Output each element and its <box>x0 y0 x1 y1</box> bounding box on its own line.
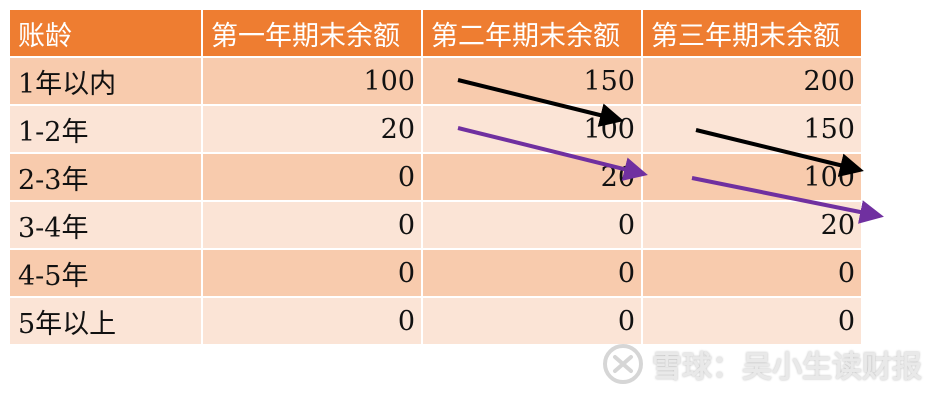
table-row: 4-5年 0 0 0 <box>8 248 863 298</box>
table-row: 3-4年 0 0 20 <box>8 200 863 250</box>
watermark-text: 雪球：吴小生读财报 <box>652 350 922 385</box>
header-aging: 账龄 <box>8 8 203 58</box>
cell-value: 20 <box>421 152 643 202</box>
header-row: 账龄 第一年期末余额 第二年期末余额 第三年期末余额 <box>8 8 863 58</box>
row-label: 2-3年 <box>8 152 203 202</box>
cell-value: 0 <box>201 152 423 202</box>
table-row: 2-3年 0 20 100 <box>8 152 863 202</box>
row-label: 4-5年 <box>8 248 203 298</box>
cell-value: 100 <box>641 152 863 202</box>
header-year1: 第一年期末余额 <box>201 8 423 58</box>
cell-value: 0 <box>201 248 423 298</box>
watermark: 雪球：吴小生读财报 <box>602 342 922 386</box>
cell-value: 200 <box>641 56 863 106</box>
row-label: 1年以内 <box>8 56 203 106</box>
table-row: 5年以上 0 0 0 <box>8 296 863 346</box>
cell-value: 100 <box>201 56 423 106</box>
row-label: 3-4年 <box>8 200 203 250</box>
cell-value: 150 <box>641 104 863 154</box>
row-label: 1-2年 <box>8 104 203 154</box>
header-year2: 第二年期末余额 <box>421 8 643 58</box>
header-year3: 第三年期末余额 <box>641 8 863 58</box>
cell-value: 0 <box>421 248 643 298</box>
cell-value: 0 <box>641 296 863 346</box>
cell-value: 0 <box>421 200 643 250</box>
snowball-logo-icon <box>603 344 643 384</box>
table-row: 1年以内 100 150 200 <box>8 56 863 106</box>
row-label: 5年以上 <box>8 296 203 346</box>
cell-value: 0 <box>641 248 863 298</box>
cell-value: 150 <box>421 56 643 106</box>
cell-value: 0 <box>201 296 423 346</box>
table-row: 1-2年 20 100 150 <box>8 104 863 154</box>
cell-value: 0 <box>201 200 423 250</box>
aging-balance-table: 账龄 第一年期末余额 第二年期末余额 第三年期末余额 1年以内 100 150 … <box>8 8 863 346</box>
cell-value: 20 <box>641 200 863 250</box>
cell-value: 100 <box>421 104 643 154</box>
cell-value: 20 <box>201 104 423 154</box>
cell-value: 0 <box>421 296 643 346</box>
